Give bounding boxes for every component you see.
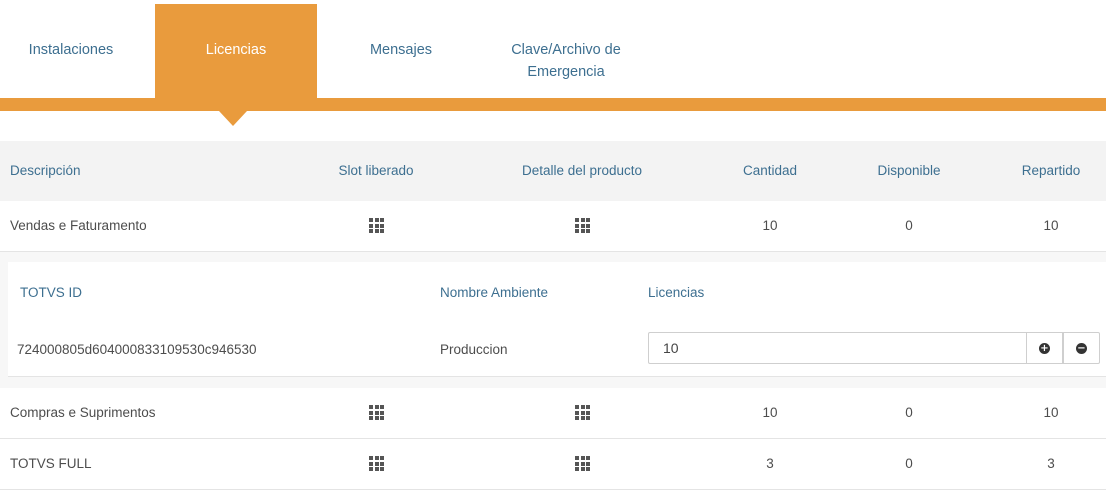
- row-description: TOTVS FULL: [10, 456, 92, 471]
- tab-instalaciones[interactable]: Instalaciones: [0, 4, 142, 98]
- header-slot-liberado: Slot liberado: [338, 163, 414, 178]
- increment-button[interactable]: +: [1026, 332, 1063, 364]
- licenses-quantity-input[interactable]: [648, 332, 1026, 364]
- tab-underline-bar: [0, 98, 1106, 111]
- table-row[interactable]: Vendas e Faturamento 10 0 10: [0, 201, 1106, 252]
- slot-grid-icon[interactable]: [369, 405, 384, 420]
- tab-label: Mensajes: [369, 42, 433, 58]
- license-distribution-panel: TOTVS ID Nombre Ambiente Licencias 72400…: [8, 262, 1106, 377]
- header-repartido: Repartido: [1021, 163, 1081, 178]
- row-available: 0: [905, 405, 913, 420]
- totvs-id-value: 724000805d604000833109530c946530: [17, 342, 257, 357]
- environment-value: Produccion: [440, 342, 508, 357]
- tab-bar-container: Instalaciones Licencias Mensajes Clave/A…: [0, 0, 1106, 130]
- row-quantity: 10: [762, 405, 778, 420]
- decrement-button[interactable]: −: [1063, 332, 1100, 364]
- table-row[interactable]: Compras e Suprimentos 10 0 10: [0, 388, 1106, 439]
- table-header: Descripción Slot liberado Detalle del pr…: [0, 141, 1106, 201]
- table-row[interactable]: TOTVS FULL 3 0 3: [0, 439, 1106, 490]
- tab-label-line2: Emergencia: [527, 64, 605, 80]
- row-quantity: 3: [766, 456, 774, 471]
- detail-grid-icon[interactable]: [575, 218, 590, 233]
- sub-header-licencias: Licencias: [648, 285, 705, 300]
- tab-label-line1: Clave/Archivo de: [511, 42, 621, 58]
- plus-circle-icon: +: [1039, 342, 1050, 354]
- header-description: Descripción: [10, 163, 81, 178]
- row-available: 0: [905, 218, 913, 233]
- header-disponible: Disponible: [877, 163, 941, 178]
- sub-header-nombre-ambiente: Nombre Ambiente: [440, 285, 549, 300]
- header-detalle-producto: Detalle del producto: [521, 163, 643, 178]
- minus-circle-icon: −: [1076, 342, 1087, 354]
- row-distributed: 3: [1047, 456, 1055, 471]
- active-tab-caret: [219, 111, 247, 126]
- slot-grid-icon[interactable]: [369, 218, 384, 233]
- header-cantidad: Cantidad: [742, 163, 798, 178]
- tab-clave-archivo-emergencia[interactable]: Clave/Archivo de Emergencia: [486, 4, 646, 98]
- detail-grid-icon[interactable]: [575, 405, 590, 420]
- row-description: Compras e Suprimentos: [10, 405, 156, 420]
- detail-grid-icon[interactable]: [575, 456, 590, 471]
- tab-label: Licencias: [205, 42, 267, 58]
- sub-header-totvs-id: TOTVS ID: [20, 285, 83, 300]
- row-quantity: 10: [762, 218, 778, 233]
- tab-mensajes[interactable]: Mensajes: [330, 4, 472, 98]
- tab-label: Instalaciones: [28, 42, 114, 58]
- row-description: Vendas e Faturamento: [10, 218, 147, 233]
- tab-licencias[interactable]: Licencias: [155, 4, 317, 98]
- row-distributed: 10: [1043, 405, 1059, 420]
- row-available: 0: [905, 456, 913, 471]
- slot-grid-icon[interactable]: [369, 456, 384, 471]
- row-distributed: 10: [1043, 218, 1059, 233]
